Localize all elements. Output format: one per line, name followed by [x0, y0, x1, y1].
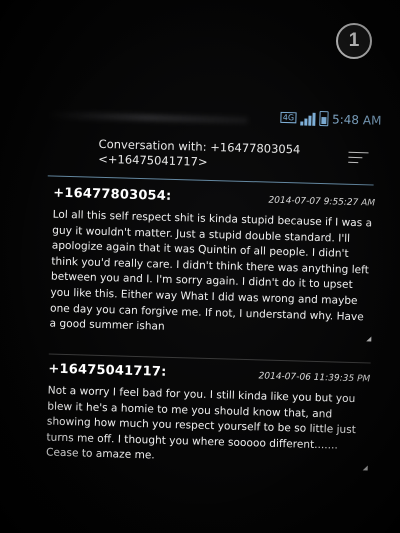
- network-type-icon: 4G: [280, 111, 297, 124]
- expand-corner-icon: [366, 336, 372, 342]
- message-sender: +16475041717:: [48, 361, 167, 380]
- battery-icon: [318, 110, 329, 127]
- message-item[interactable]: +16477803054: 2014-07-07 9:55:27 AM Lol …: [49, 186, 375, 342]
- message-timestamp: 2014-07-07 9:55:27 AM: [268, 195, 376, 209]
- status-bar: 4G 5:48 AM: [33, 103, 383, 133]
- status-icons: 4G 5:48 AM: [280, 110, 382, 128]
- message-body: Not a worry I feel bad for you. I still …: [45, 384, 357, 462]
- message-header: +16477803054: 2014-07-07 9:55:27 AM: [53, 186, 375, 210]
- photo-frame: 1 4G 5:48 AM Conversation with: +1647780…: [0, 0, 400, 533]
- message-header: +16475041717: 2014-07-06 11:39:35 PM: [48, 362, 370, 386]
- message-item[interactable]: +16475041717: 2014-07-06 11:39:35 PM Not…: [46, 362, 371, 471]
- status-time: 5:48 AM: [331, 111, 382, 128]
- message-sender: +16477803054:: [53, 185, 172, 204]
- signal-icon: [299, 111, 316, 126]
- expand-corner-icon: [362, 465, 368, 471]
- image-number-badge: 1: [336, 23, 372, 59]
- phone-screen: 4G 5:48 AM Conversation with: +164778030…: [22, 95, 394, 533]
- hamburger-menu-icon[interactable]: [348, 151, 369, 168]
- blurred-notifications: [47, 111, 248, 124]
- message-timestamp: 2014-07-06 11:39:35 PM: [258, 371, 371, 385]
- header-divider: [47, 175, 374, 186]
- message-body: Lol all this self respect shit is kinda …: [49, 208, 373, 333]
- conversation-header: Conversation with: +16477803054 <+164750…: [98, 137, 329, 173]
